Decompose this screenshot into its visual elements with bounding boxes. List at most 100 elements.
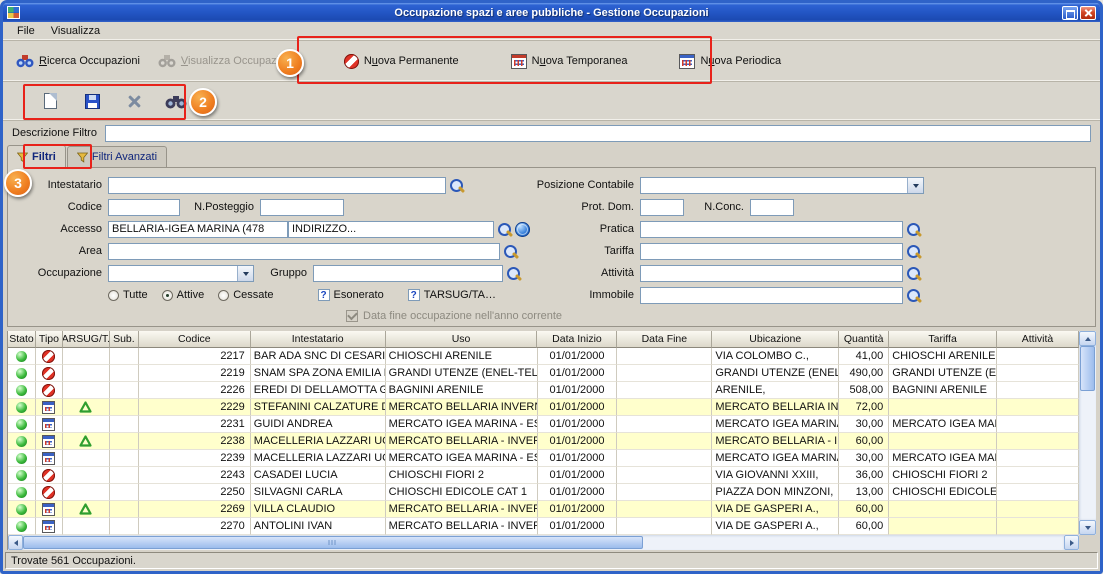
table-row[interactable]: 2229STEFANINI CALZATURE DI STEMERCATO BE…	[8, 399, 1079, 416]
posizione-contabile-combo[interactable]	[640, 177, 924, 194]
codice-input[interactable]	[108, 199, 180, 216]
column-header-attivita[interactable]: Attività	[997, 331, 1079, 348]
scroll-down-button[interactable]	[1079, 520, 1096, 535]
table-row[interactable]: 2226EREDI DI DELLAMOTTA GIUSEFBAGNINI AR…	[8, 382, 1079, 399]
close-button[interactable]	[1080, 6, 1096, 20]
radio-attive[interactable]: Attive	[162, 289, 205, 301]
tarsug-tristate-checkbox[interactable]: TARSUG/TA…	[408, 289, 496, 301]
column-header-intestatario[interactable]: Intestatario	[251, 331, 386, 348]
cell-tariffa: CHIOSCHI EDICOLE	[889, 484, 997, 501]
search-icon[interactable]	[906, 288, 921, 303]
cell-stato	[8, 450, 36, 467]
cell-uso: MERCATO IGEA MARINA - EST	[386, 416, 538, 433]
cell-codice: 2269	[139, 501, 251, 518]
cell-uso: CHIOSCHI ARENILE	[386, 348, 538, 365]
cell-intestatario: CASADEI LUCIA	[251, 467, 386, 484]
scroll-up-button[interactable]	[1079, 331, 1096, 346]
search-icon[interactable]	[497, 222, 512, 237]
cell-quantita: 490,00	[839, 365, 889, 382]
nuova-permanente-button[interactable]: Nuova Permanente	[339, 51, 464, 72]
table-row[interactable]: 2238MACELLERIA LAZZARI UGO & (MERCATO BE…	[8, 433, 1079, 450]
scroll-left-button[interactable]	[8, 535, 23, 550]
menu-file[interactable]: File	[9, 24, 43, 38]
delete-filter-button[interactable]	[121, 88, 147, 114]
column-header-tarsug[interactable]: TARSUG/T...	[63, 331, 110, 348]
horizontal-scrollbar[interactable]	[8, 535, 1079, 550]
column-header-tipo[interactable]: Tipo	[36, 331, 63, 348]
attivita-input[interactable]	[640, 265, 903, 282]
cell-codice: 2229	[139, 399, 251, 416]
table-row[interactable]: 2219SNAM SPA ZONA EMILIA ROMGRANDI UTENZ…	[8, 365, 1079, 382]
tariffa-input[interactable]	[640, 243, 903, 260]
status-active-icon	[16, 470, 27, 481]
column-header-uso[interactable]: Uso	[386, 331, 538, 348]
apply-filter-button[interactable]	[163, 88, 189, 114]
radio-tutte[interactable]: Tutte	[108, 289, 148, 301]
area-input[interactable]	[108, 243, 500, 260]
binoculars-search-icon	[16, 54, 34, 68]
tab-filtri-avanzati[interactable]: Filtri Avanzati	[67, 146, 167, 167]
descrizione-filtro-input[interactable]	[105, 125, 1091, 142]
table-row[interactable]: 2269VILLA CLAUDIOMERCATO BELLARIA - INVE…	[8, 501, 1079, 518]
gruppo-input[interactable]	[313, 265, 503, 282]
column-header-stato[interactable]: Stato	[8, 331, 36, 348]
restore-button[interactable]	[1062, 6, 1078, 20]
delete-x-icon	[127, 94, 142, 109]
cell-quantita: 72,00	[839, 399, 889, 416]
vertical-scroll-thumb[interactable]	[1080, 346, 1095, 391]
column-header-codice[interactable]: Codice	[139, 331, 251, 348]
cell-data_fine	[617, 484, 712, 501]
no-entry-icon	[42, 469, 55, 482]
occupazione-combo[interactable]	[108, 265, 254, 282]
column-header-tariffa[interactable]: Tariffa	[889, 331, 997, 348]
cell-tarsug	[63, 433, 110, 450]
filter-toolbar	[3, 82, 1100, 121]
table-row[interactable]: 2270ANTOLINI IVANMERCATO BELLARIA - INVE…	[8, 518, 1079, 535]
cell-tariffa: CHIOSCHI ARENILE	[889, 348, 997, 365]
no-entry-icon	[42, 486, 55, 499]
table-row[interactable]: 2239MACELLERIA LAZZARI UGO & (MERCATO IG…	[8, 450, 1079, 467]
table-row[interactable]: 2231GUIDI ANDREAMERCATO IGEA MARINA - ES…	[8, 416, 1079, 433]
cell-tipo	[36, 365, 63, 382]
column-header-data_inizio[interactable]: Data Inizio	[537, 331, 617, 348]
radio-icon	[162, 290, 173, 301]
no-entry-icon	[42, 350, 55, 363]
immobile-input[interactable]	[640, 287, 903, 304]
nuova-temporanea-button[interactable]: Nuova Temporanea	[506, 51, 633, 72]
horizontal-scroll-thumb[interactable]	[23, 536, 643, 549]
table-row[interactable]: 2243CASADEI LUCIACHIOSCHI FIORI 201/01/2…	[8, 467, 1079, 484]
n-posteggio-input[interactable]	[260, 199, 344, 216]
cell-data_inizio: 01/01/2000	[538, 399, 618, 416]
esonerato-tristate-checkbox[interactable]: Esonerato	[318, 289, 384, 301]
search-icon[interactable]	[449, 178, 464, 193]
vertical-scrollbar[interactable]	[1079, 331, 1096, 535]
prot-dom-input[interactable]	[640, 199, 684, 216]
cell-codice: 2231	[139, 416, 251, 433]
tab-filtri[interactable]: Filtri	[7, 145, 66, 168]
cell-sub	[110, 399, 139, 416]
save-filter-button[interactable]	[79, 88, 105, 114]
n-conc-input[interactable]	[750, 199, 794, 216]
nuova-periodica-button[interactable]: Nuova Periodica	[674, 51, 786, 72]
menu-visualizza[interactable]: Visualizza	[43, 24, 108, 38]
new-filter-button[interactable]	[37, 88, 63, 114]
column-header-quantita[interactable]: Quantità	[839, 331, 889, 348]
column-header-sub[interactable]: Sub.	[110, 331, 139, 348]
table-row[interactable]: 2250SILVAGNI CARLACHIOSCHI EDICOLE CAT 1…	[8, 484, 1079, 501]
radio-cessate[interactable]: Cessate	[218, 289, 273, 301]
intestatario-input[interactable]	[108, 177, 446, 194]
search-icon[interactable]	[906, 244, 921, 259]
column-header-ubicazione[interactable]: Ubicazione	[712, 331, 839, 348]
cell-ubicazione: VIA COLOMBO C.,	[712, 348, 839, 365]
table-row[interactable]: 2217BAR ADA SNC DI CESARI ALVECHIOSCHI A…	[8, 348, 1079, 365]
search-icon[interactable]	[906, 266, 921, 281]
pratica-input[interactable]	[640, 221, 903, 238]
scroll-right-button[interactable]	[1064, 535, 1079, 550]
search-icon[interactable]	[906, 222, 921, 237]
cell-data_fine	[617, 518, 712, 535]
accesso-comune-input[interactable]	[108, 221, 288, 238]
ricerca-occupazioni-button[interactable]: Ricerca Occupazioni	[11, 51, 145, 71]
column-header-data_fine[interactable]: Data Fine	[617, 331, 712, 348]
cell-ubicazione: MERCATO BELLARIA INV	[712, 399, 839, 416]
accesso-indirizzo-input[interactable]	[288, 221, 494, 238]
